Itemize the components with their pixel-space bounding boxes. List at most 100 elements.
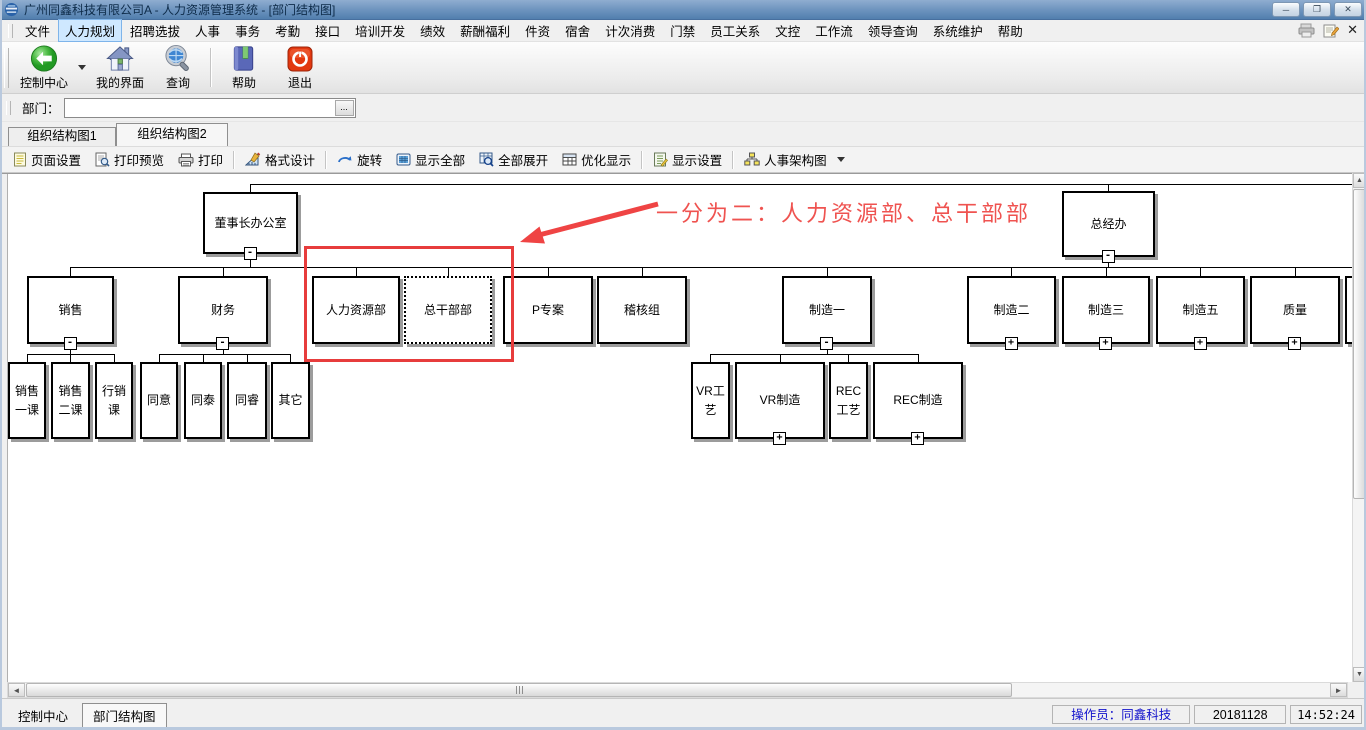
- org-node-同意[interactable]: 同意: [140, 362, 178, 439]
- close-view-icon[interactable]: ✕: [1347, 22, 1358, 38]
- table-icon: [562, 153, 577, 166]
- menu-items: 文件人力规划招聘选拔人事事务考勤接口培训开发绩效薪酬福利件资宿舍计次消费门禁员工…: [18, 19, 1031, 42]
- print-preview-button[interactable]: 打印预览: [88, 147, 171, 172]
- my-interface-button[interactable]: 我的界面: [90, 42, 150, 93]
- expand-all-button[interactable]: 全部展开: [472, 147, 555, 172]
- menu-item-17[interactable]: 领导查询: [861, 19, 925, 42]
- close-button[interactable]: ✕: [1334, 2, 1362, 17]
- toolbar-separator: [210, 48, 212, 87]
- org-node-行销课[interactable]: 行销课: [95, 362, 133, 439]
- tab-org-chart-2[interactable]: 组织结构图2: [116, 123, 228, 146]
- expander-toggle[interactable]: +: [773, 432, 786, 445]
- org-node-制造三[interactable]: 制造三: [1062, 276, 1150, 344]
- hr-chart-button[interactable]: 人事架构图: [737, 147, 852, 172]
- exit-label: 退出: [288, 74, 312, 91]
- org-node-制造一[interactable]: 制造一: [782, 276, 872, 344]
- menu-item-14[interactable]: 员工关系: [703, 19, 767, 42]
- minimize-button[interactable]: ─: [1272, 2, 1300, 17]
- org-node-label: 制造一: [809, 301, 845, 320]
- connector-line: [114, 354, 115, 362]
- expander-toggle[interactable]: +: [911, 432, 924, 445]
- horizontal-scroll-thumb[interactable]: [26, 683, 1012, 697]
- menu-item-18[interactable]: 系统维护: [926, 19, 990, 42]
- restore-button[interactable]: ❐: [1303, 2, 1331, 17]
- org-node-同睿[interactable]: 同睿: [227, 362, 267, 439]
- menu-item-3[interactable]: 人事: [188, 19, 227, 42]
- org-node-VR制造[interactable]: VR制造: [735, 362, 825, 439]
- bottom-tab-control-center[interactable]: 控制中心: [8, 704, 78, 727]
- menu-item-6[interactable]: 接口: [308, 19, 347, 42]
- exit-button[interactable]: 退出: [272, 42, 328, 93]
- org-node-REC制造[interactable]: REC制造: [873, 362, 963, 439]
- org-chart-icon: [744, 152, 760, 167]
- optimize-display-button[interactable]: 优化显示: [555, 147, 638, 172]
- print-button[interactable]: 打印: [171, 147, 230, 172]
- org-node-制造五[interactable]: 制造五: [1156, 276, 1245, 344]
- expander-toggle[interactable]: +: [1194, 337, 1207, 350]
- org-node-销售二课[interactable]: 销售二课: [51, 362, 90, 439]
- menu-item-4[interactable]: 事务: [228, 19, 267, 42]
- org-node-总经办[interactable]: 总经办: [1062, 191, 1155, 257]
- org-node-稽核组[interactable]: 稽核组: [597, 276, 687, 344]
- org-node-REC工艺[interactable]: REC工艺: [829, 362, 868, 439]
- org-node-财务[interactable]: 财务: [178, 276, 268, 344]
- menu-item-1[interactable]: 人力规划: [58, 19, 122, 42]
- org-node-董事长办公室[interactable]: 董事长办公室: [203, 192, 298, 254]
- menu-item-9[interactable]: 薪酬福利: [453, 19, 517, 42]
- page-setup-button[interactable]: 页面设置: [6, 147, 88, 172]
- dept-row-grip-handle[interactable]: [6, 101, 11, 115]
- menu-item-13[interactable]: 门禁: [663, 19, 702, 42]
- rotate-button[interactable]: 旋转: [330, 147, 389, 172]
- org-node-P专案[interactable]: P专案: [503, 276, 593, 344]
- scroll-right-button[interactable]: ►: [1330, 683, 1347, 697]
- org-node-销售[interactable]: 销售: [27, 276, 114, 344]
- menu-grip-handle[interactable]: [8, 24, 13, 38]
- menu-item-15[interactable]: 文控: [768, 19, 807, 42]
- expander-toggle[interactable]: -: [244, 247, 257, 260]
- expander-toggle[interactable]: +: [1099, 337, 1112, 350]
- show-all-button[interactable]: 显示全部: [389, 147, 472, 172]
- menu-item-2[interactable]: 招聘选拔: [123, 19, 187, 42]
- menu-item-7[interactable]: 培训开发: [348, 19, 412, 42]
- menu-item-5[interactable]: 考勤: [268, 19, 307, 42]
- menu-item-0[interactable]: 文件: [18, 19, 57, 42]
- org-node-同泰[interactable]: 同泰: [184, 362, 222, 439]
- menu-item-19[interactable]: 帮助: [991, 19, 1030, 42]
- horizontal-scrollbar[interactable]: ◄ ►: [7, 682, 1348, 698]
- bottom-tab-dept-chart[interactable]: 部门结构图: [82, 703, 167, 728]
- expander-toggle[interactable]: -: [216, 337, 229, 350]
- org-node-销售一课[interactable]: 销售一课: [8, 362, 46, 439]
- department-input[interactable]: [67, 100, 333, 116]
- org-chart-canvas: 董事长办公室-总经办-销售-财务-人力资源部总干部部P专案稽核组制造一-制造二+…: [0, 173, 1366, 682]
- expander-toggle[interactable]: -: [820, 337, 833, 350]
- menu-item-16[interactable]: 工作流: [808, 19, 860, 42]
- expander-toggle[interactable]: +: [1005, 337, 1018, 350]
- menu-item-12[interactable]: 计次消费: [598, 19, 662, 42]
- hr-chart-dropdown-icon[interactable]: [837, 157, 845, 162]
- expander-toggle[interactable]: -: [1102, 250, 1115, 263]
- org-node-label: VR制造: [760, 391, 801, 410]
- scroll-left-button[interactable]: ◄: [8, 683, 25, 697]
- connector-line: [710, 354, 711, 362]
- display-settings-button[interactable]: 显示设置: [646, 147, 729, 172]
- expander-toggle[interactable]: -: [64, 337, 77, 350]
- menu-item-8[interactable]: 绩效: [413, 19, 452, 42]
- control-center-dropdown[interactable]: [74, 42, 90, 93]
- expander-toggle[interactable]: +: [1288, 337, 1301, 350]
- org-node-质量[interactable]: 质量: [1250, 276, 1340, 344]
- control-center-button[interactable]: 控制中心: [14, 42, 74, 93]
- department-browse-button[interactable]: ...: [335, 100, 354, 116]
- tab-org-chart-1[interactable]: 组织结构图1: [8, 127, 116, 146]
- menu-item-10[interactable]: 件资: [518, 19, 557, 42]
- connector-line: [1106, 267, 1107, 276]
- edit-page-icon[interactable]: [1323, 23, 1339, 38]
- toolbar-grip-handle[interactable]: [4, 48, 9, 88]
- menu-item-11[interactable]: 宿舍: [558, 19, 597, 42]
- org-node-其它[interactable]: 其它: [271, 362, 310, 439]
- query-button[interactable]: 查询: [150, 42, 206, 93]
- org-node-制造二[interactable]: 制造二: [967, 276, 1056, 344]
- help-button[interactable]: 帮助: [216, 42, 272, 93]
- title-bar: 广州同鑫科技有限公司A - 人力资源管理系统 - [部门结构图] ─ ❐ ✕: [0, 0, 1366, 20]
- format-design-button[interactable]: 格式设计: [238, 147, 322, 172]
- org-node-VR工艺[interactable]: VR工艺: [691, 362, 730, 439]
